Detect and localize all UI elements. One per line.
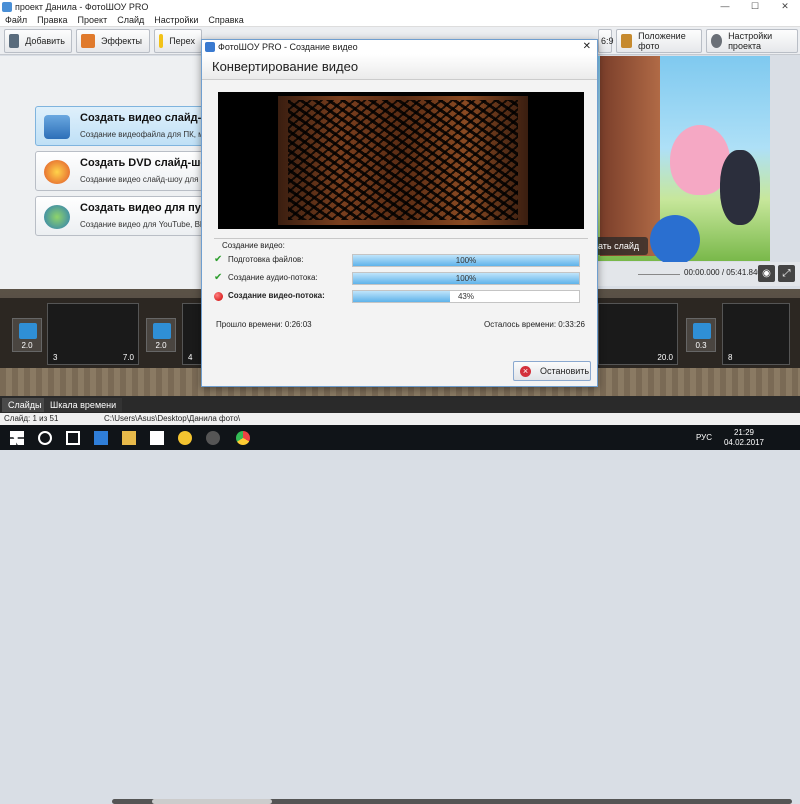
fotoshow-taskbar-icon[interactable]: [178, 431, 192, 445]
slide-thumbnail[interactable]: 20.0: [598, 303, 678, 365]
video-preview: [218, 92, 584, 229]
dialog-app-icon: [205, 42, 215, 52]
playback-bar: 00:00.000 / 05:41.840 ◉ ⤢: [598, 262, 800, 286]
minimize-icon[interactable]: —: [710, 0, 740, 13]
project-path: C:\Users\Asus\Desktop\Данила фото\: [104, 414, 241, 423]
palette-icon: [81, 34, 95, 48]
menu-slide[interactable]: Слайд: [112, 13, 149, 26]
windows-taskbar: РУС 21:29 04.02.2017: [0, 425, 800, 450]
transition-icon: [693, 323, 711, 339]
progress-row-video: Создание видео-потока: 43%: [214, 290, 594, 304]
redaction-scribble: [288, 100, 518, 220]
create-video-dialog: ФотоШОУ PRO - Создание видео ✕ Конвертир…: [201, 39, 598, 387]
star-icon: [159, 34, 164, 48]
progress-bar: 100%: [352, 254, 580, 267]
fullscreen-icon[interactable]: ⤢: [778, 265, 795, 282]
timeline-scrollbar[interactable]: [112, 799, 792, 804]
store-icon[interactable]: [150, 431, 164, 445]
tab-timeline[interactable]: Шкала времени: [44, 398, 123, 412]
view-tabs: Слайды Шкала времени: [0, 396, 800, 804]
slide-thumbnail[interactable]: 8: [722, 303, 790, 365]
in-progress-icon: [214, 292, 223, 301]
transition-slot[interactable]: 2.0: [12, 318, 42, 352]
preview-action-button[interactable]: ать слайд: [592, 237, 648, 255]
project-settings-button[interactable]: Настройки проекта: [706, 29, 798, 53]
tab-slides[interactable]: Слайды: [2, 398, 48, 412]
camera-icon[interactable]: ◉: [758, 265, 775, 282]
checkmark-icon: ✔: [214, 254, 223, 265]
dialog-close-icon[interactable]: ✕: [583, 40, 591, 54]
menu-project[interactable]: Проект: [73, 13, 113, 26]
slide-thumbnail[interactable]: 4: [182, 303, 202, 365]
progress-bar: 100%: [352, 272, 580, 285]
transition-slot[interactable]: 2.0: [146, 318, 176, 352]
file-explorer-icon[interactable]: [122, 431, 136, 445]
photo-position-button[interactable]: Положение фото: [616, 29, 702, 53]
elapsed-time: Прошло времени: 0:26:03: [216, 320, 312, 329]
media-taskbar-icon[interactable]: [206, 431, 220, 445]
app-icon: [2, 1, 12, 12]
task-view-icon[interactable]: [66, 431, 80, 445]
transition-icon: [19, 323, 37, 339]
dialog-heading: Конвертирование видео: [212, 59, 359, 74]
slide-count: Слайд: 1 из 51: [4, 414, 59, 423]
start-icon[interactable]: [10, 431, 24, 445]
add-button[interactable]: Добавить: [4, 29, 72, 53]
status-bar: Слайд: 1 из 51 C:\Users\Asus\Desktop\Дан…: [0, 413, 800, 425]
globe-icon: [44, 205, 70, 229]
transitions-button[interactable]: Перех: [154, 29, 202, 53]
effects-button[interactable]: Эффекты: [76, 29, 150, 53]
chrome-icon[interactable]: [236, 431, 250, 445]
edge-icon[interactable]: [94, 431, 108, 445]
menu-help[interactable]: Справка: [203, 13, 248, 26]
preview-tree: [600, 56, 660, 256]
dvd-icon: [44, 160, 70, 184]
language-indicator[interactable]: РУС: [696, 433, 712, 442]
photo-position-icon: [621, 34, 633, 48]
menu-file[interactable]: Файл: [0, 13, 32, 26]
video-slideshow-icon: [44, 115, 70, 139]
slide-thumbnail[interactable]: 3 7.0: [47, 303, 139, 365]
maximize-icon[interactable]: ☐: [740, 0, 770, 13]
progress-bar: 43%: [352, 290, 580, 303]
menu-settings[interactable]: Настройки: [149, 13, 203, 26]
playback-time: 00:00.000 / 05:41.840: [684, 268, 762, 277]
stop-icon: ×: [520, 366, 531, 377]
clock[interactable]: 21:29 04.02.2017: [724, 428, 764, 448]
search-icon[interactable]: [38, 431, 52, 445]
gear-icon: [711, 34, 723, 48]
scrollbar-thumb[interactable]: [152, 799, 272, 804]
checkmark-icon: ✔: [214, 272, 223, 283]
progress-group-label: Создание видео:: [222, 241, 285, 250]
progress-row-audio: ✔ Создание аудио-потока: 100%: [214, 272, 594, 286]
close-icon[interactable]: ✕: [770, 0, 800, 13]
window-title: проект Данила - ФотоШОУ PRO: [15, 1, 149, 12]
dialog-header: Конвертирование видео: [202, 54, 597, 80]
transition-icon: [153, 323, 171, 339]
add-icon: [9, 34, 20, 48]
preview-character-penguin: [720, 150, 760, 225]
stop-button[interactable]: × Остановить: [513, 361, 591, 381]
menu-bar: Файл Правка Проект Слайд Настройки Справ…: [0, 13, 800, 27]
aspect-button[interactable]: 6:9: [598, 29, 614, 53]
preview-character-blue: [650, 215, 700, 265]
window-titlebar: проект Данила - ФотоШОУ PRO — ☐ ✕: [0, 0, 800, 13]
progress-row-files: ✔ Подготовка файлов: 100%: [214, 254, 594, 268]
dialog-title: ФотоШОУ PRO - Создание видео: [218, 42, 358, 52]
menu-edit[interactable]: Правка: [32, 13, 72, 26]
dialog-titlebar: ФотоШОУ PRO - Создание видео ✕: [202, 40, 597, 54]
transition-slot[interactable]: 0.3: [686, 318, 716, 352]
playback-progress-line[interactable]: [638, 274, 680, 275]
remaining-time: Осталось времени: 0:33:26: [484, 320, 585, 329]
